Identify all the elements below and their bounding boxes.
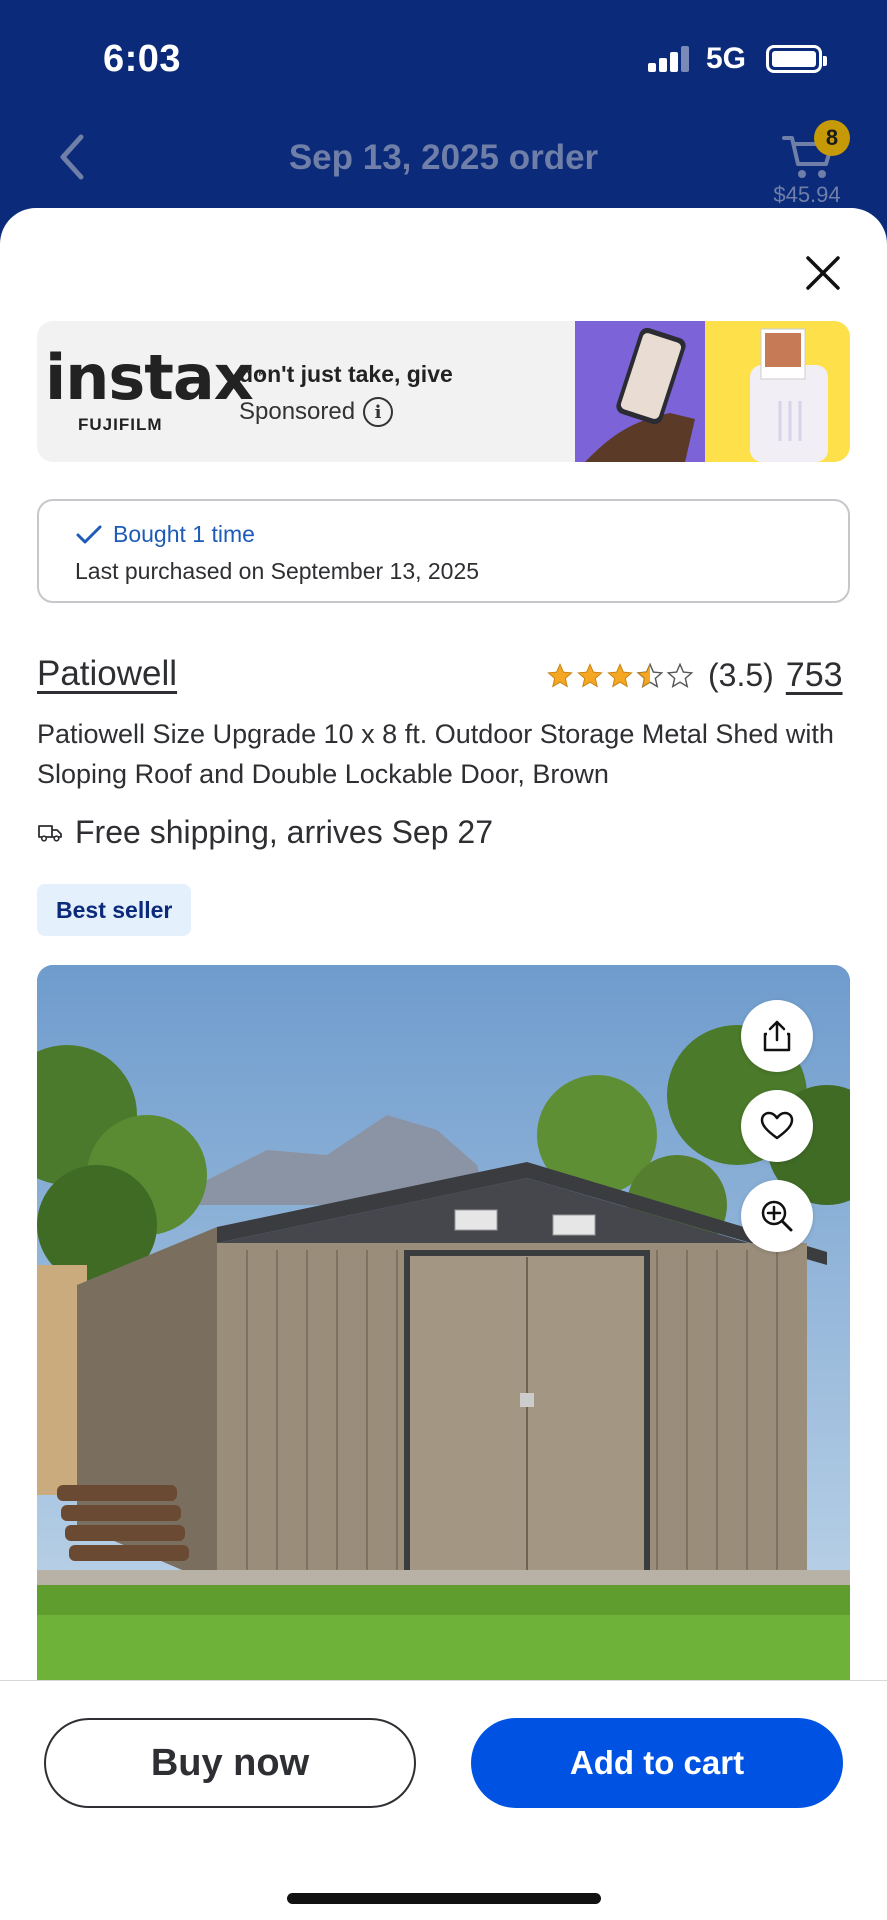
close-icon [806,256,840,290]
best-seller-badge: Best seller [37,884,192,936]
sponsored-label: Sponsored i [239,397,394,427]
bottom-action-bar: Buy now Add to cart [0,1680,887,1920]
product-title: Patiowell Size Upgrade 10 x 8 ft. Outdoo… [37,719,834,789]
battery-icon [766,45,827,73]
home-indicator[interactable] [287,1893,601,1904]
status-time: 6:03 [103,38,182,80]
sponsored-ad-banner[interactable]: instax™ FUJIFILM don't just take, give S… [37,321,850,462]
status-bar: 6:03 5G [0,0,887,110]
star-full-icon [607,662,633,687]
ad-image [575,321,850,462]
zoom-in-icon [761,1200,793,1232]
purchase-history-box: Bought 1 time Last purchased on Septembe… [37,499,850,603]
favorite-button[interactable] [741,1090,813,1162]
page-title: Sep 13, 2025 order [288,138,599,177]
close-button[interactable] [798,248,848,298]
heart-icon [760,1111,794,1140]
ad-headline: don't just take, give [239,361,453,387]
signal-icon [648,46,692,72]
add-to-cart-button[interactable]: Add to cart [471,1718,843,1808]
product-rating[interactable]: (3.5) 753 [546,656,843,695]
zoom-button[interactable] [741,1180,813,1252]
star-full-icon [547,662,573,687]
rating-stars [546,662,694,690]
info-icon[interactable]: i [363,397,394,427]
product-image[interactable] [37,965,850,1695]
network-type: 5G [706,42,747,75]
cart-total: $45.94 [773,182,841,207]
star-full-icon [577,662,603,687]
truck-icon [38,824,62,842]
product-sheet: instax™ FUJIFILM don't just take, give S… [0,208,887,1920]
shipping-info: Free shipping, arrives Sep 27 [37,814,493,851]
shed-photo [37,965,850,1695]
rating-value: (3.5) [708,657,774,693]
star-half-icon [636,662,664,688]
brand-link[interactable]: Patiowell [37,654,177,694]
review-count-link[interactable]: 753 [786,656,843,695]
last-purchased-date: Last purchased on September 13, 2025 [75,558,480,584]
star-empty-icon [666,662,694,688]
buy-now-button[interactable]: Buy now [44,1718,416,1808]
share-button[interactable] [741,1000,813,1072]
ad-sub-brand: FUJIFILM [78,415,163,434]
bought-count: Bought 1 time [75,521,255,548]
nav-header: Sep 13, 2025 order 8 $45.94 [0,110,887,210]
cart-count-badge: 8 [814,120,850,156]
checkmark-icon [76,525,102,543]
ad-logo: instax™ FUJIFILM [45,341,267,435]
share-icon [763,1020,791,1052]
cart-button[interactable]: 8 $45.94 [762,118,850,208]
